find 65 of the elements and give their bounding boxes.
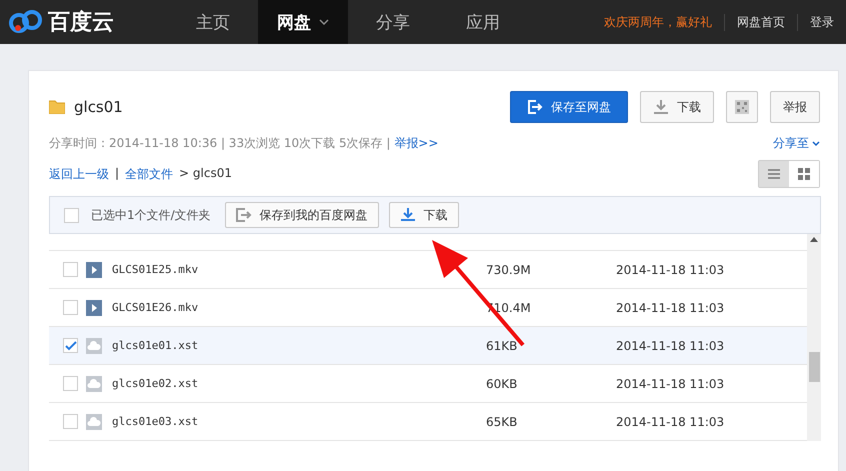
folder-icon — [49, 100, 65, 114]
scrollbar-thumb[interactable] — [808, 352, 820, 382]
select-all-checkbox[interactable] — [64, 208, 79, 222]
file-size: 730.9M — [486, 262, 532, 276]
cloud-logo-icon — [8, 9, 44, 35]
share-to-link[interactable]: 分享至 — [773, 135, 820, 152]
back-link[interactable]: 返回上一级 — [49, 166, 109, 182]
report-link[interactable]: 举报>> — [394, 136, 438, 150]
nav-link[interactable]: 网盘首页 — [725, 14, 797, 30]
cloud-file-icon — [86, 338, 102, 354]
nav-tab[interactable]: 分享 — [348, 0, 438, 44]
row-checkbox[interactable] — [63, 300, 78, 315]
file-date: 2014-11-18 11:03 — [616, 300, 724, 314]
scroll-up-icon[interactable] — [810, 237, 818, 242]
selection-count: 已选中1个文件/文件夹 — [91, 206, 211, 224]
list-icon — [767, 168, 781, 180]
cloud-file-icon — [86, 414, 102, 430]
all-files-link[interactable]: 全部文件 — [125, 166, 174, 182]
cloud-file-icon — [86, 376, 102, 392]
row-checkbox[interactable] — [63, 262, 78, 277]
video-file-icon — [86, 300, 102, 316]
promo-link[interactable]: 欢庆两周年，赢好礼 — [592, 14, 725, 30]
share-meta-text: 分享时间：2014-11-18 10:36 | 33次浏览 10次下载 5次保存 | — [49, 136, 390, 150]
nav-link[interactable]: 登录 — [797, 14, 846, 30]
row-checkbox[interactable] — [63, 414, 78, 429]
file-name: glcs01e03.xst — [112, 415, 200, 428]
qr-code-icon — [734, 99, 750, 115]
nav-tab[interactable]: 网盘 — [258, 0, 348, 44]
file-row[interactable]: glcs01e01.xst 61KB 2014-11-18 11:03 — [49, 327, 807, 365]
download-icon — [653, 99, 669, 115]
video-file-icon — [86, 262, 102, 278]
download-button[interactable]: 下载 — [388, 202, 459, 228]
list-view-button[interactable] — [759, 161, 789, 187]
row-checkbox[interactable] — [63, 376, 78, 391]
caret-icon — [812, 140, 820, 146]
file-name: GLCS01E25.mkv — [112, 263, 200, 276]
save-to-my-disk-button[interactable]: 保存到我的百度网盘 — [224, 202, 379, 228]
qr-code-button[interactable] — [726, 91, 758, 123]
file-size: 65KB — [486, 414, 518, 428]
report-button[interactable]: 举报 — [770, 91, 820, 123]
row-checkbox[interactable] — [63, 338, 78, 353]
file-size: 60KB — [486, 376, 518, 390]
file-date: 2014-11-18 11:03 — [616, 376, 724, 390]
save-to-disk-button[interactable]: 保存至网盘 — [510, 91, 628, 123]
scrollbar[interactable] — [807, 234, 821, 441]
breadcrumb-separator: | — [115, 166, 120, 182]
logo-text: 百度云 — [48, 8, 114, 37]
download-button[interactable]: 下载 — [640, 91, 714, 123]
nav-tab[interactable]: 主页 — [168, 0, 258, 44]
export-icon — [527, 99, 543, 115]
file-size: 61KB — [486, 338, 518, 352]
nav-tab[interactable]: 应用 — [438, 0, 528, 44]
file-name: glcs01e01.xst — [112, 339, 200, 352]
file-date: 2014-11-18 11:03 — [616, 414, 724, 428]
file-date: 2014-11-18 11:03 — [616, 338, 724, 352]
file-row[interactable]: glcs01e03.xst 65KB 2014-11-18 11:03 — [49, 403, 807, 441]
file-name: glcs01e02.xst — [112, 377, 200, 390]
file-date: 2014-11-18 11:03 — [616, 262, 724, 276]
file-row[interactable]: glcs01e02.xst 60KB 2014-11-18 11:03 — [49, 365, 807, 403]
download-icon — [400, 208, 416, 222]
file-name: GLCS01E26.mkv — [112, 301, 200, 314]
breadcrumb-current: > glcs01 — [179, 166, 232, 182]
grid-icon — [798, 168, 810, 180]
export-icon — [236, 208, 252, 222]
folder-name: glcs01 — [74, 98, 123, 116]
